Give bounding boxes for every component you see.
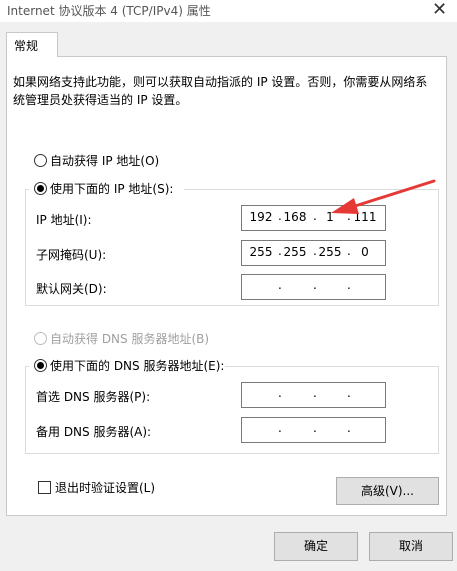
- ip-address-label: IP 地址(I):: [36, 213, 92, 227]
- auto-dns-radio[interactable]: [34, 332, 47, 345]
- manual-dns-label[interactable]: 使用下面的 DNS 服务器地址(E):: [50, 357, 224, 374]
- tab-general[interactable]: 常规: [6, 32, 58, 57]
- subnet-mask-label: 子网掩码(U):: [36, 248, 107, 262]
- ip-address-input[interactable]: 192 . 168 . 1 . 111: [241, 205, 386, 231]
- ok-button[interactable]: 确定: [274, 532, 358, 561]
- manual-ip-label[interactable]: 使用下面的 IP 地址(S):: [50, 180, 173, 197]
- preferred-dns-label: 首选 DNS 服务器(P):: [36, 390, 151, 404]
- alternate-dns-input[interactable]: . . .: [241, 417, 386, 443]
- cancel-button[interactable]: 取消: [369, 532, 453, 561]
- general-panel: 如果网络支持此功能，则可以获取自动指派的 IP 设置。否则，你需要从网络系统管理…: [6, 56, 447, 516]
- advanced-button[interactable]: 高级(V)...: [336, 477, 439, 505]
- tab-general-label: 常规: [14, 39, 39, 53]
- close-icon[interactable]: ✕: [432, 0, 447, 20]
- subnet-mask-input[interactable]: 255 . 255 . 255 . 0: [241, 240, 386, 266]
- manual-ip-radio[interactable]: [34, 182, 47, 195]
- window-title: Internet 协议版本 4 (TCP/IPv4) 属性: [7, 4, 211, 18]
- title-bar: Internet 协议版本 4 (TCP/IPv4) 属性 ✕: [0, 0, 457, 22]
- auto-dns-label: 自动获得 DNS 服务器地址(B): [50, 332, 210, 346]
- auto-ip-radio[interactable]: [34, 154, 47, 167]
- validate-on-exit-checkbox[interactable]: [38, 481, 51, 494]
- description-text: 如果网络支持此功能，则可以获取自动指派的 IP 设置。否则，你需要从网络系统管理…: [13, 75, 428, 107]
- manual-ip-header: 使用下面的 IP 地址(S):: [29, 179, 184, 199]
- manual-dns-header: 使用下面的 DNS 服务器地址(E):: [29, 356, 225, 376]
- auto-ip-label[interactable]: 自动获得 IP 地址(O): [50, 152, 159, 169]
- manual-dns-radio[interactable]: [34, 359, 47, 372]
- default-gateway-label: 默认网关(D):: [36, 282, 107, 296]
- preferred-dns-input[interactable]: . . .: [241, 382, 386, 408]
- validate-on-exit-label[interactable]: 退出时验证设置(L): [55, 479, 155, 496]
- alternate-dns-label: 备用 DNS 服务器(A):: [36, 425, 152, 439]
- default-gateway-input[interactable]: . . .: [241, 274, 386, 300]
